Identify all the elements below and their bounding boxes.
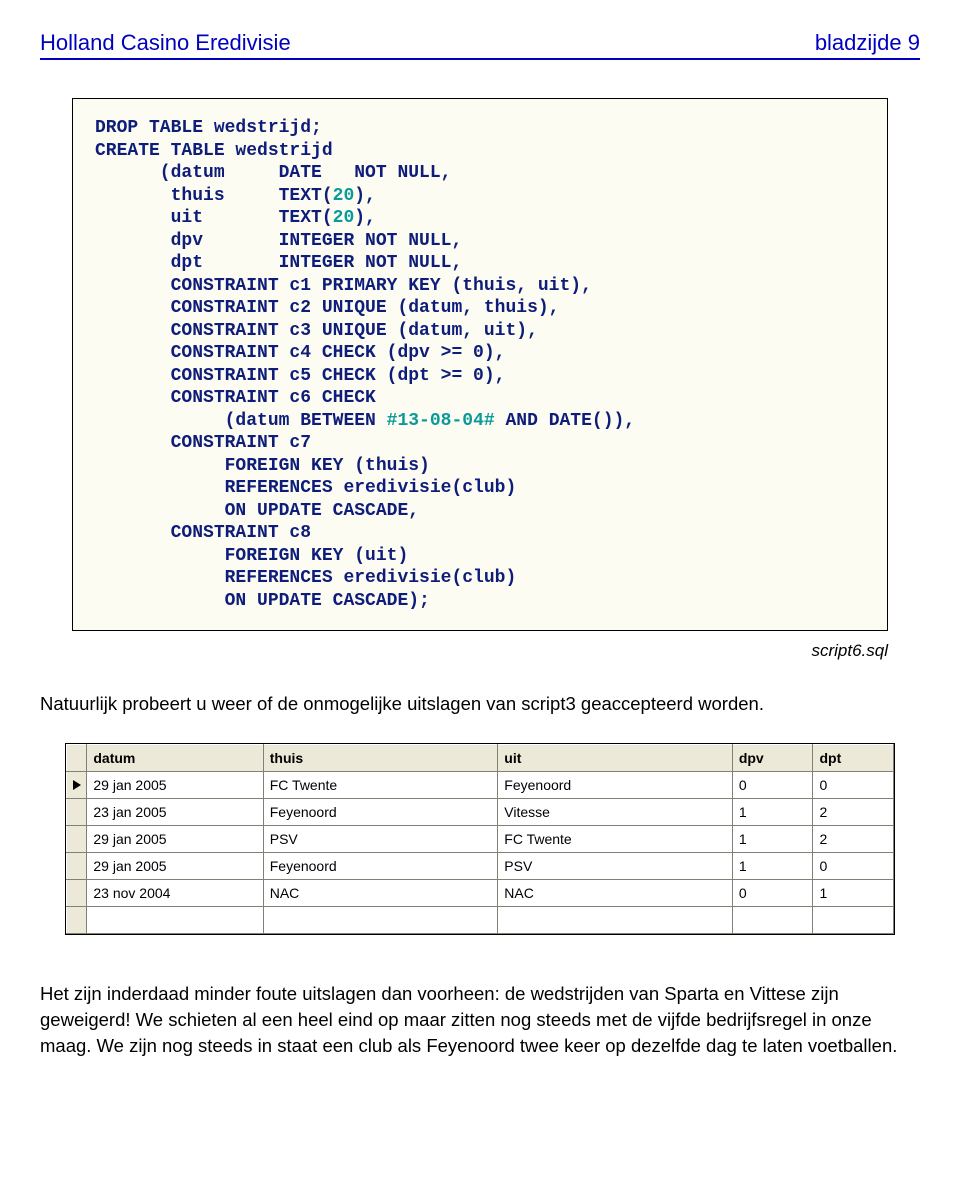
row-selector[interactable] xyxy=(67,879,87,906)
table-row: 29 jan 2005PSVFC Twente12 xyxy=(67,825,894,852)
cell-dpt: 2 xyxy=(813,825,894,852)
cell-thuis: Feyenoord xyxy=(263,798,498,825)
cell-thuis: FC Twente xyxy=(263,771,498,798)
cell-thuis: PSV xyxy=(263,825,498,852)
cell-dpv: 1 xyxy=(732,852,813,879)
table-row: 29 jan 2005FC TwenteFeyenoord00 xyxy=(67,771,894,798)
cell-datum: 23 nov 2004 xyxy=(87,879,263,906)
code-box: DROP TABLE wedstrijd; CREATE TABLE wedst… xyxy=(72,98,888,631)
empty-cell xyxy=(87,906,263,933)
cell-datum: 29 jan 2005 xyxy=(87,825,263,852)
cell-dpv: 1 xyxy=(732,798,813,825)
col-header-thuis: thuis xyxy=(263,744,498,771)
grid-header-row: datum thuis uit dpv dpt xyxy=(67,744,894,771)
cell-dpv: 0 xyxy=(732,879,813,906)
col-header-dpt: dpt xyxy=(813,744,894,771)
cell-dpt: 2 xyxy=(813,798,894,825)
row-selector[interactable] xyxy=(67,798,87,825)
cell-dpt: 1 xyxy=(813,879,894,906)
table-row: 23 nov 2004NACNAC01 xyxy=(67,879,894,906)
paragraph-1: Natuurlijk probeert u weer of de onmogel… xyxy=(40,691,920,717)
sql-code: DROP TABLE wedstrijd; CREATE TABLE wedst… xyxy=(95,117,865,612)
cell-uit: PSV xyxy=(498,852,733,879)
table-row: 29 jan 2005FeyenoordPSV10 xyxy=(67,852,894,879)
cell-uit: FC Twente xyxy=(498,825,733,852)
cell-uit: Feyenoord xyxy=(498,771,733,798)
cell-dpt: 0 xyxy=(813,852,894,879)
cell-dpv: 0 xyxy=(732,771,813,798)
data-grid: datum thuis uit dpv dpt 29 jan 2005FC Tw… xyxy=(65,743,895,935)
col-header-dpv: dpv xyxy=(732,744,813,771)
page-header: Holland Casino Eredivisie bladzijde 9 xyxy=(40,30,920,60)
col-header-uit: uit xyxy=(498,744,733,771)
empty-cell xyxy=(263,906,498,933)
empty-row xyxy=(67,906,894,933)
doc-title: Holland Casino Eredivisie xyxy=(40,30,291,56)
cell-datum: 23 jan 2005 xyxy=(87,798,263,825)
cell-uit: NAC xyxy=(498,879,733,906)
cell-uit: Vitesse xyxy=(498,798,733,825)
cell-datum: 29 jan 2005 xyxy=(87,852,263,879)
cell-thuis: Feyenoord xyxy=(263,852,498,879)
cell-dpt: 0 xyxy=(813,771,894,798)
empty-cell xyxy=(732,906,813,933)
row-selector[interactable] xyxy=(67,852,87,879)
row-selector[interactable] xyxy=(67,771,87,798)
cell-thuis: NAC xyxy=(263,879,498,906)
cell-dpv: 1 xyxy=(732,825,813,852)
paragraph-2: Het zijn inderdaad minder foute uitslage… xyxy=(40,981,920,1059)
grid-corner xyxy=(67,744,87,771)
cell-datum: 29 jan 2005 xyxy=(87,771,263,798)
code-caption: script6.sql xyxy=(40,641,888,661)
col-header-datum: datum xyxy=(87,744,263,771)
current-row-indicator-icon xyxy=(73,780,81,790)
row-selector[interactable] xyxy=(67,825,87,852)
table-row: 23 jan 2005FeyenoordVitesse12 xyxy=(67,798,894,825)
empty-cell xyxy=(498,906,733,933)
empty-cell xyxy=(813,906,894,933)
row-selector[interactable] xyxy=(67,906,87,933)
page-number: bladzijde 9 xyxy=(815,30,920,56)
